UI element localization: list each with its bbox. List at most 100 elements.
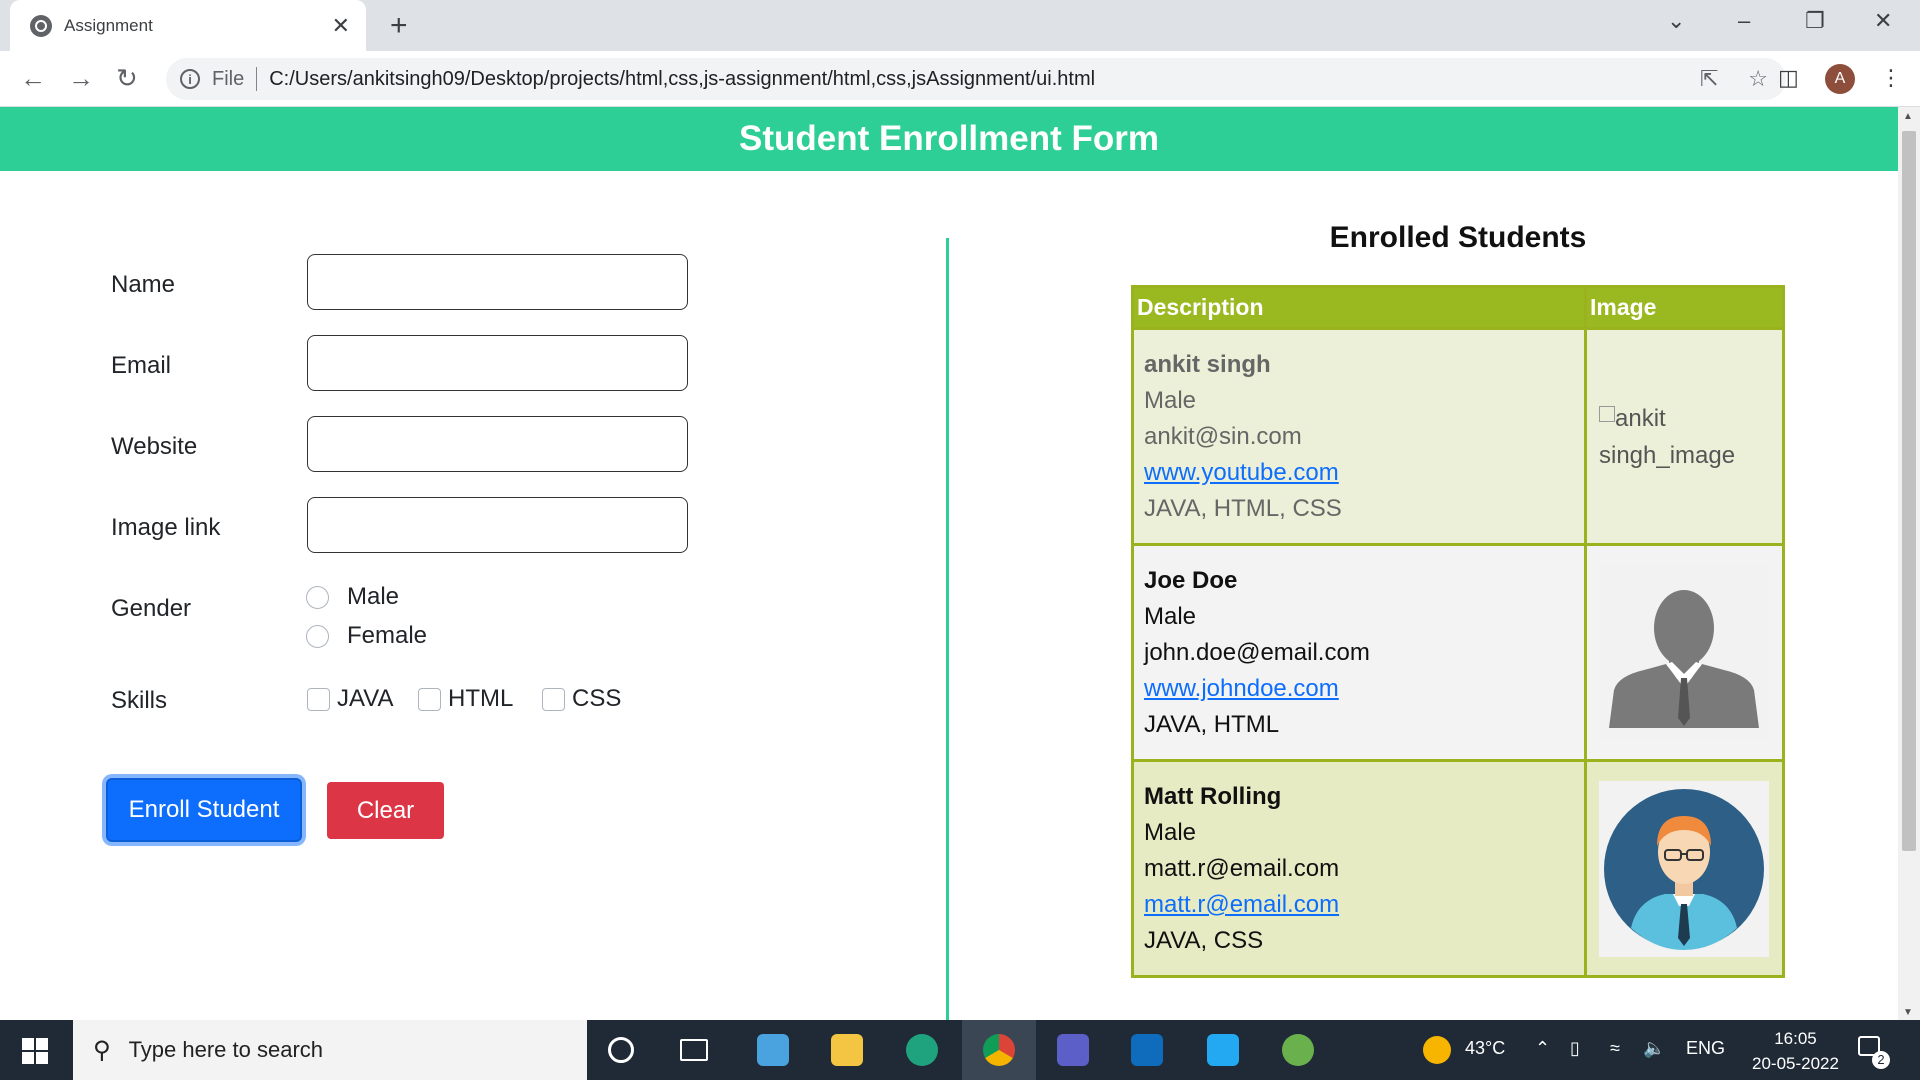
outlook-icon[interactable] (1131, 1034, 1163, 1066)
tab-title: Assignment (64, 15, 153, 35)
image-link-input[interactable] (307, 497, 688, 553)
student-description: ankit singh Male ankit@sin.com www.youtu… (1131, 327, 1587, 546)
html-checkbox[interactable] (418, 687, 441, 711)
cartoon-person-icon (1604, 788, 1764, 950)
close-window-button[interactable]: ✕ (1874, 8, 1892, 34)
student-website-link[interactable]: www.youtube.com (1144, 459, 1339, 486)
html-checkbox-label: HTML (448, 685, 514, 712)
volume-icon[interactable]: 🔈 (1643, 1038, 1665, 1059)
windows-taskbar: ⚲ Type here to search 43°C ⌃ ▯ ≈ 🔈 ENG 1… (0, 1020, 1920, 1080)
windows-start-icon[interactable] (22, 1038, 48, 1064)
taskbar-clock[interactable]: 16:05 20-05-2022 (1752, 1026, 1839, 1076)
clear-button[interactable]: Clear (327, 782, 444, 839)
file-explorer-icon[interactable] (831, 1034, 863, 1066)
male-radio[interactable] (306, 585, 329, 609)
student-email: matt.r@email.com (1144, 854, 1340, 882)
css-checkbox-label: CSS (572, 685, 622, 712)
reload-icon[interactable]: ↻ (116, 63, 138, 94)
side-panel-icon[interactable]: ◫ (1778, 65, 1799, 91)
info-icon[interactable]: i (180, 69, 200, 89)
taskbar-search-placeholder: Type here to search (128, 1037, 324, 1062)
minimize-button[interactable]: – (1738, 8, 1750, 34)
spring-tool-icon[interactable] (1282, 1034, 1314, 1066)
language-indicator[interactable]: ENG (1686, 1038, 1725, 1059)
website-input[interactable] (307, 416, 688, 472)
table-row: ankit singh Male ankit@sin.com www.youtu… (1131, 327, 1785, 546)
cortana-icon[interactable] (608, 1037, 634, 1063)
profile-avatar[interactable]: A (1825, 64, 1855, 94)
student-skills: JAVA, HTML, CSS (1144, 494, 1342, 522)
section-divider (946, 238, 949, 1020)
skill-option-java[interactable]: JAVA (307, 685, 393, 713)
back-arrow-icon[interactable]: ← (20, 63, 46, 94)
skill-option-html[interactable]: HTML (418, 685, 513, 713)
image-alt-text: ankit singh_image (1599, 404, 1736, 469)
email-label: Email (111, 352, 172, 379)
scroll-down-arrow-icon[interactable]: ▼ (1903, 1007, 1913, 1018)
student-email: ankit@sin.com (1144, 422, 1302, 450)
java-checkbox-label: JAVA (337, 685, 394, 712)
email-input[interactable] (307, 335, 688, 391)
vertical-scrollbar[interactable]: ▲ ▼ (1898, 107, 1920, 1020)
male-radio-label: Male (347, 583, 400, 610)
star-icon[interactable]: ☆ (1748, 66, 1768, 92)
chrome-icon[interactable] (983, 1034, 1015, 1066)
vscode-icon[interactable] (1207, 1034, 1239, 1066)
edge-browser-icon[interactable] (906, 1034, 938, 1066)
student-gender: Male (1144, 602, 1197, 630)
gender-option-male[interactable]: Male (306, 583, 399, 611)
student-image-cell (1584, 759, 1785, 978)
scrollbar-thumb[interactable] (1902, 131, 1916, 851)
search-icon: ⚲ (93, 1036, 111, 1064)
table-header-row: Description Image (1131, 285, 1785, 330)
enrolled-students-title: Enrolled Students (1329, 221, 1587, 254)
weather-sun-icon[interactable] (1423, 1036, 1451, 1064)
forward-arrow-icon[interactable]: → (68, 63, 94, 94)
website-label: Website (111, 433, 198, 460)
silhouette-avatar-image (1599, 564, 1769, 741)
teams-icon[interactable] (1057, 1034, 1089, 1066)
gender-option-female[interactable]: Female (306, 622, 427, 650)
url-text[interactable]: C:/Users/ankitsingh09/Desktop/projects/h… (269, 68, 1095, 91)
tray-chevron-icon[interactable]: ⌃ (1535, 1038, 1550, 1059)
browser-tab-strip: Assignment ✕ + ⌄ – ❐ ✕ (0, 0, 1920, 51)
css-checkbox[interactable] (542, 687, 565, 711)
clock-date: 20-05-2022 (1752, 1054, 1839, 1073)
globe-icon (30, 14, 52, 37)
female-radio[interactable] (306, 624, 329, 648)
broken-image: ankit singh_image (1599, 400, 1770, 474)
restore-button[interactable]: ❐ (1805, 8, 1825, 34)
tab-search-icon[interactable]: ⌄ (1667, 8, 1685, 34)
address-bar[interactable]: i File C:/Users/ankitsingh09/Desktop/pro… (166, 58, 1786, 100)
skills-label: Skills (111, 687, 168, 714)
female-radio-label: Female (347, 622, 428, 649)
java-checkbox[interactable] (307, 687, 330, 711)
name-input[interactable] (307, 254, 688, 310)
student-website-link[interactable]: www.johndoe.com (1144, 675, 1339, 702)
student-website-link[interactable]: matt.r@email.com (1144, 891, 1339, 918)
new-tab-button[interactable]: + (390, 9, 408, 43)
student-description: Matt Rolling Male matt.r@email.com matt.… (1131, 759, 1587, 978)
enroll-student-button[interactable]: Enroll Student (106, 778, 302, 842)
student-gender: Male (1144, 818, 1197, 846)
column-header-image: Image (1584, 285, 1785, 330)
skill-option-css[interactable]: CSS (542, 685, 621, 713)
clock-time: 16:05 (1774, 1029, 1817, 1048)
person-silhouette-icon (1609, 589, 1759, 728)
name-label: Name (111, 271, 176, 298)
task-view-icon[interactable] (680, 1039, 708, 1061)
student-skills: JAVA, HTML (1144, 710, 1280, 738)
weather-temperature[interactable]: 43°C (1465, 1038, 1505, 1059)
share-icon[interactable]: ⇱ (1700, 66, 1718, 92)
menu-icon[interactable]: ⋮ (1880, 65, 1902, 91)
page-title: Student Enrollment Form (0, 107, 1898, 171)
tab-close-icon[interactable]: ✕ (332, 13, 350, 39)
scroll-up-arrow-icon[interactable]: ▲ (1903, 111, 1913, 122)
taskbar-search-box[interactable]: ⚲ Type here to search (73, 1020, 587, 1080)
student-image-cell: ankit singh_image (1584, 327, 1785, 546)
battery-icon[interactable]: ▯ (1570, 1038, 1580, 1059)
table-row: Matt Rolling Male matt.r@email.com matt.… (1131, 759, 1785, 978)
computer-app-icon[interactable] (757, 1034, 789, 1066)
wifi-icon[interactable]: ≈ (1610, 1038, 1620, 1059)
browser-tab[interactable]: Assignment ✕ (10, 0, 366, 51)
